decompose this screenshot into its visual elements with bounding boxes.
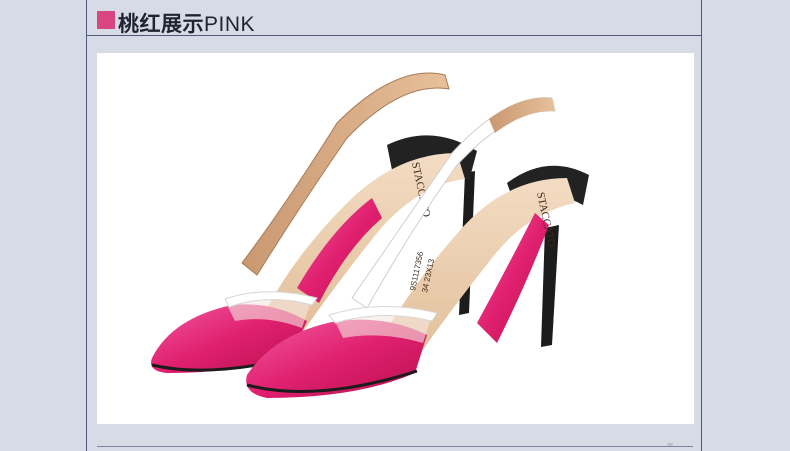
product-photo: STACCATO STACCATO 9S1117356 34 23X13 bbox=[97, 53, 694, 424]
section-marker-icon bbox=[97, 11, 115, 29]
section-title-cn: 桃红展示 bbox=[118, 13, 204, 36]
shoe-illustration: STACCATO STACCATO 9S1117356 34 23X13 bbox=[151, 72, 589, 398]
section-title: 桃红展示PINK bbox=[118, 8, 255, 38]
scroll-indicator bbox=[667, 443, 673, 446]
section-title-en: PINK bbox=[204, 13, 256, 36]
product-section: 桃红展示PINK STACCATO STACCATO 9S1117356 34 … bbox=[86, 0, 702, 451]
section-header: 桃红展示PINK bbox=[87, 0, 701, 36]
section-divider bbox=[97, 446, 693, 447]
